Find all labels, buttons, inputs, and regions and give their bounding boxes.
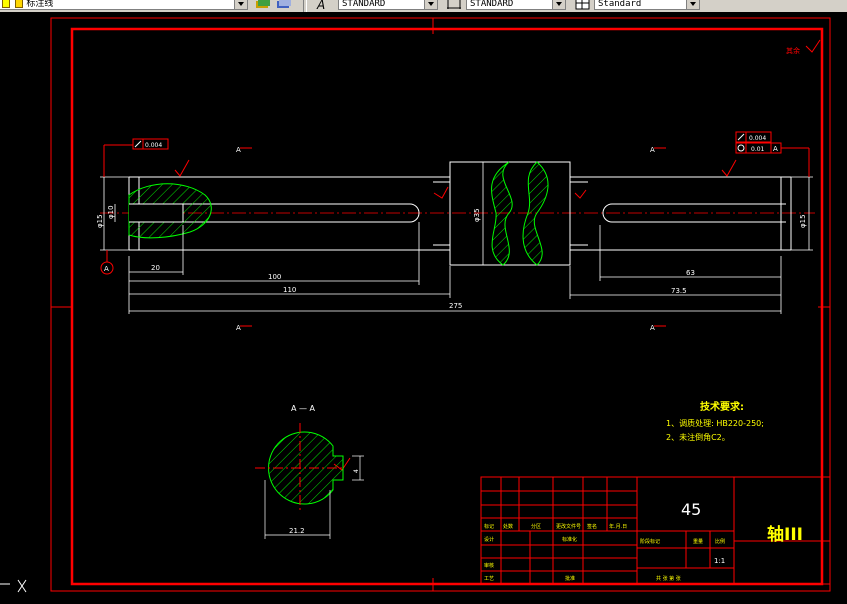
chevron-down-icon[interactable] xyxy=(424,0,437,9)
drawing-canvas[interactable]: 20 100 110 275 63 73.5 φ35 φ15 φ10 φ15 A… xyxy=(0,12,847,604)
svg-text:阶段标记: 阶段标记 xyxy=(640,538,660,545)
datum-letter: A xyxy=(104,265,109,273)
dim-dia-mid: φ35 xyxy=(473,208,481,222)
text-style-icon[interactable]: A xyxy=(316,0,332,10)
material-value: 45 xyxy=(681,500,701,519)
chevron-down-icon[interactable] xyxy=(234,0,247,9)
svg-text:重量: 重量 xyxy=(693,538,703,545)
dim-dia-left: φ15 xyxy=(96,214,104,228)
svg-text:签名: 签名 xyxy=(587,523,597,530)
dim-dia-right: φ15 xyxy=(799,214,807,228)
datum-ref-right: A xyxy=(773,145,778,153)
svg-text:审核: 审核 xyxy=(484,562,494,569)
tech-req-line2: 2、未注倒角C2。 xyxy=(666,432,730,442)
dim-100: 100 xyxy=(268,273,281,281)
dim-275: 275 xyxy=(449,302,462,310)
dim-73-5: 73.5 xyxy=(671,287,687,295)
chevron-down-icon[interactable] xyxy=(686,0,699,9)
layer-lock-icon xyxy=(15,0,24,8)
table-style-icon[interactable] xyxy=(575,0,591,10)
gear-section-hatch-right xyxy=(522,161,549,266)
svg-text:工艺: 工艺 xyxy=(484,576,494,582)
layer-previous-icon[interactable] xyxy=(276,0,292,10)
svg-text:标准化: 标准化 xyxy=(562,536,577,543)
svg-text:年.月.日: 年.月.日 xyxy=(609,523,627,530)
gear-section-hatch-left xyxy=(491,161,513,266)
svg-text:分区: 分区 xyxy=(531,523,541,530)
tech-req-title: 技术要求: xyxy=(700,400,744,413)
svg-text:更改文件号: 更改文件号 xyxy=(556,523,581,530)
layer-bulb-icon xyxy=(2,0,10,8)
svg-text:A: A xyxy=(236,146,241,154)
dim-key-left: φ10 xyxy=(107,205,115,219)
layer-dropdown[interactable]: 标注线 xyxy=(0,0,248,10)
tech-req-line1: 1、调质处理: HB220-250; xyxy=(666,418,764,428)
properties-toolbar: 标注线 A STANDARD STANDARD Standard xyxy=(0,0,847,12)
make-layer-current-icon[interactable] xyxy=(255,0,271,10)
table-style-dropdown[interactable]: Standard xyxy=(594,0,700,10)
runout-value-right: 0.004 xyxy=(749,135,766,142)
svg-text:设计: 设计 xyxy=(484,536,494,543)
roughness-other-label: 其余 xyxy=(786,46,800,55)
dimension-lines xyxy=(100,162,813,314)
title-block-labels: 标记 处数 分区 更改文件号 签名 年.月.日 设计 标准化 阶段标记 重量 比… xyxy=(484,523,725,582)
dim-110: 110 xyxy=(283,286,296,294)
dim-63: 63 xyxy=(686,269,695,277)
svg-text:标记: 标记 xyxy=(484,523,494,530)
svg-text:A: A xyxy=(650,146,655,154)
outer-border xyxy=(50,17,831,592)
cylindricity-value: 0.01 xyxy=(751,146,765,153)
svg-text:比例: 比例 xyxy=(715,538,725,545)
toolbar-separator xyxy=(303,0,307,12)
tolerance-frame-right: 0.004 0.01 A xyxy=(735,131,810,177)
runout-value-left: 0.004 xyxy=(145,142,162,149)
dim-section-key: 4 xyxy=(353,469,360,473)
dimension-style-value: STANDARD xyxy=(470,0,514,9)
dimension-style-icon[interactable] xyxy=(446,0,462,10)
text-style-value: STANDARD xyxy=(342,0,386,9)
svg-text:A: A xyxy=(236,324,241,332)
svg-text:A: A xyxy=(316,0,325,10)
svg-text:处数: 处数 xyxy=(503,523,513,530)
dimension-style-dropdown[interactable]: STANDARD xyxy=(466,0,566,10)
svg-text:A: A xyxy=(650,324,655,332)
ucs-icon xyxy=(0,579,27,593)
section-view-title: A — A xyxy=(291,404,316,413)
dim-20: 20 xyxy=(151,264,160,272)
inner-border xyxy=(70,27,824,586)
chevron-down-icon[interactable] xyxy=(552,0,565,9)
keyway-slot xyxy=(129,203,184,223)
tolerance-frame-left: 0.004 xyxy=(103,138,169,177)
part-name: 轴III xyxy=(767,524,803,545)
table-style-value: Standard xyxy=(598,0,642,9)
layer-value: 标注线 xyxy=(26,0,54,9)
svg-text:批准: 批准 xyxy=(565,575,575,582)
text-style-dropdown[interactable]: STANDARD xyxy=(338,0,438,10)
section-view-aa: 21.2 4 xyxy=(255,423,364,539)
scale-value: 1:1 xyxy=(714,557,725,565)
dim-section-width: 21.2 xyxy=(289,527,305,535)
svg-text:共 张 第 张: 共 张 第 张 xyxy=(656,575,681,582)
shaft-outline xyxy=(128,161,792,266)
